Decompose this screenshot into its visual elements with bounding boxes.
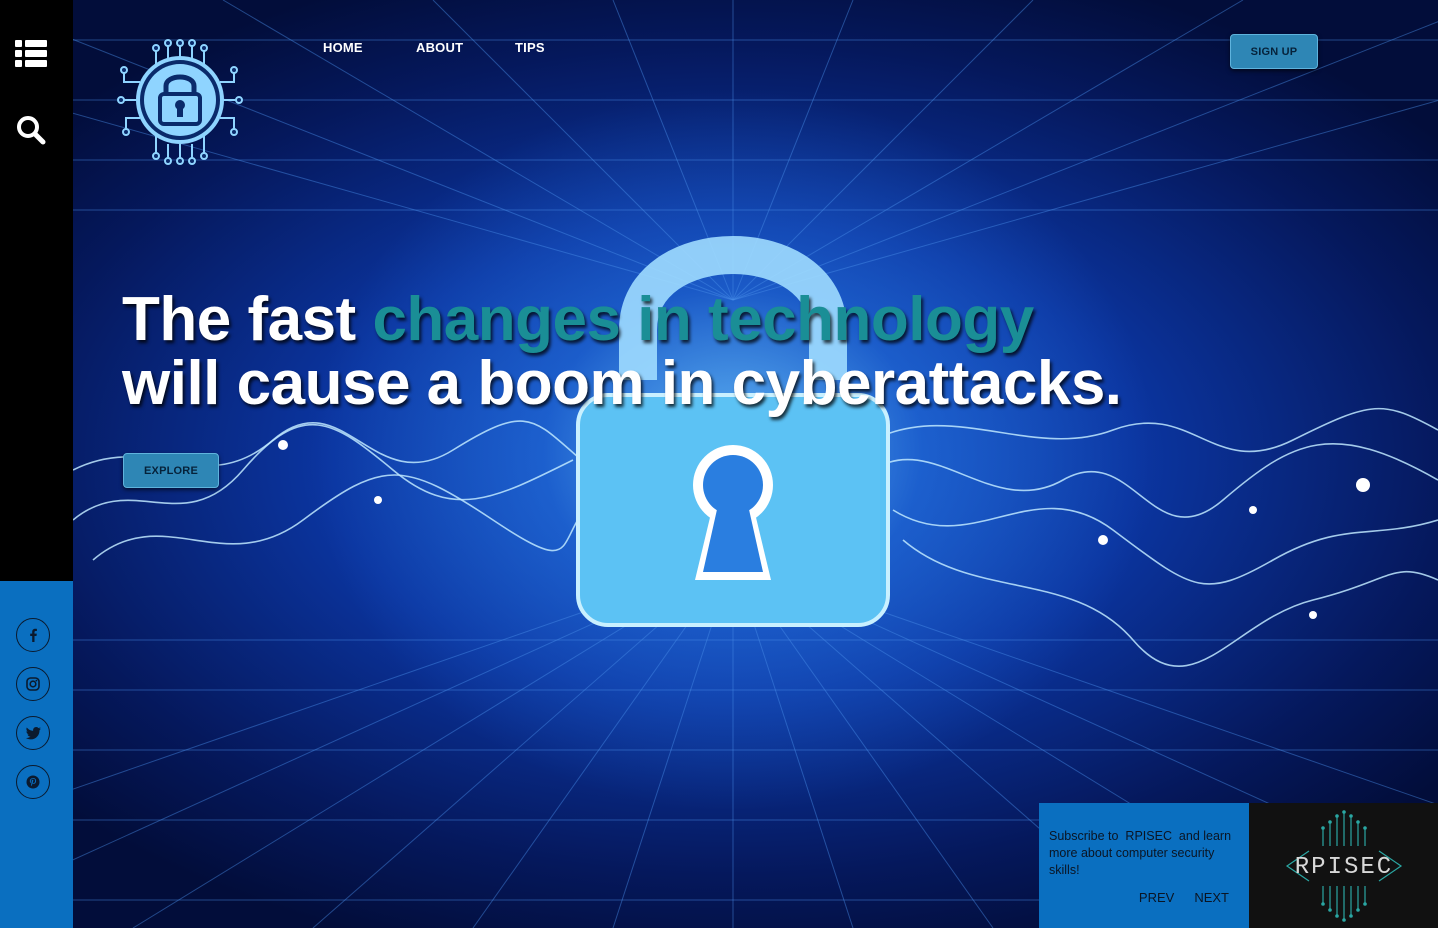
nav-home[interactable]: HOME: [323, 40, 363, 55]
subscribe-card: Subscribe to RPISEC and learn more about…: [1039, 803, 1249, 928]
rpisec-logo-text: RPISEC: [1294, 854, 1392, 881]
hero-headline: The fast changes in technology will caus…: [122, 288, 1122, 416]
instagram-icon[interactable]: [16, 667, 50, 701]
explore-button[interactable]: EXPLORE: [123, 453, 219, 488]
headline-plain: The fast: [122, 285, 373, 354]
next-button[interactable]: NEXT: [1194, 889, 1229, 906]
search-icon[interactable]: [14, 113, 48, 147]
nav-tips[interactable]: TIPS: [515, 40, 545, 55]
headline-line-2: will cause a boom in cyberattacks.: [122, 349, 1122, 418]
signup-button[interactable]: SIGN UP: [1230, 34, 1318, 69]
facebook-icon[interactable]: [16, 618, 50, 652]
lock-icon: [117, 39, 243, 165]
social-links-panel: [0, 581, 73, 928]
carousel-controls: PREV NEXT: [1139, 889, 1229, 906]
headline-accent: changes in technology: [372, 285, 1034, 354]
pinterest-icon[interactable]: [16, 765, 50, 799]
hero-background: [73, 0, 1438, 928]
prev-button[interactable]: PREV: [1139, 889, 1174, 906]
circuit-logo-icon: RPISEC: [1285, 809, 1402, 922]
twitter-icon[interactable]: [16, 716, 50, 750]
headline-line-1: The fast changes in technology: [122, 288, 1122, 352]
subscribe-text: Subscribe to RPISEC and learn more about…: [1049, 829, 1235, 877]
rpisec-logo[interactable]: RPISEC: [1249, 803, 1438, 928]
sidebar: [0, 0, 73, 581]
cyber-grid-graphic: [73, 0, 1438, 928]
list-icon[interactable]: [14, 36, 48, 70]
site-logo[interactable]: [116, 38, 244, 166]
nav-about[interactable]: ABOUT: [416, 40, 463, 55]
